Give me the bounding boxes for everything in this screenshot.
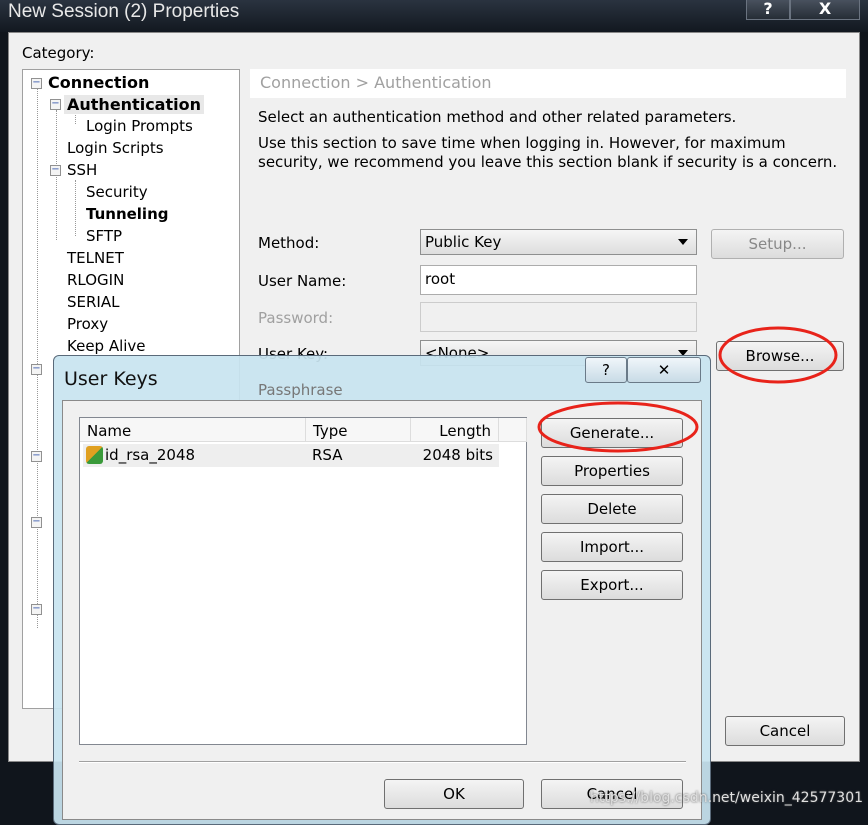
description-2: Use this section to save time when loggi… <box>258 134 838 171</box>
export-button[interactable]: Export... <box>541 570 683 600</box>
category-label: Category: <box>22 44 95 62</box>
collapse-icon[interactable]: − <box>50 165 61 176</box>
tree-item-rlogin[interactable]: RLOGIN <box>67 271 124 289</box>
key-user-icon <box>86 446 103 464</box>
tree-item-tunneling[interactable]: Tunneling <box>86 205 169 223</box>
passphrase-label: Passphrase <box>258 381 343 399</box>
dialog-close-button[interactable]: ✕ <box>627 357 701 383</box>
username-label: User Name: <box>258 272 347 290</box>
collapse-icon[interactable]: − <box>31 78 42 89</box>
method-select[interactable]: Public Key <box>420 229 697 255</box>
generate-button[interactable]: Generate... <box>541 418 683 448</box>
collapse-icon[interactable]: − <box>31 364 42 375</box>
method-label: Method: <box>258 234 320 252</box>
tree-line <box>37 88 38 628</box>
collapse-icon[interactable]: − <box>31 451 42 462</box>
key-type: RSA <box>312 446 343 464</box>
tree-line <box>75 180 76 236</box>
dialog-title: User Keys <box>64 368 158 390</box>
collapse-icon[interactable]: − <box>31 517 42 528</box>
chevron-down-icon <box>678 239 688 245</box>
tree-item-proxy[interactable]: Proxy <box>67 315 108 333</box>
properties-button[interactable]: Properties <box>541 456 683 486</box>
dialog-help-button[interactable]: ? <box>585 357 627 383</box>
table-row[interactable]: id_rsa_2048 RSA 2048 bits <box>83 444 499 467</box>
tree-item-login-prompts[interactable]: Login Prompts <box>86 117 193 135</box>
column-length[interactable]: Length <box>411 418 499 442</box>
key-length: 2048 bits <box>422 446 493 464</box>
tree-item-connection[interactable]: Connection <box>48 73 149 92</box>
breadcrumb: Connection > Authentication <box>250 69 846 98</box>
method-value: Public Key <box>425 233 502 251</box>
watermark: https://blog.csdn.net/weixin_42577301 <box>590 790 864 806</box>
tree-item-security[interactable]: Security <box>86 183 148 201</box>
divider <box>79 761 686 763</box>
collapse-icon[interactable]: − <box>50 99 61 110</box>
username-input[interactable]: root <box>420 265 697 295</box>
browse-button[interactable]: Browse... <box>716 341 844 371</box>
close-button[interactable]: X <box>790 0 860 20</box>
tree-item-authentication[interactable]: Authentication <box>64 95 204 114</box>
password-label: Password: <box>258 309 334 327</box>
tree-item-serial[interactable]: SERIAL <box>67 293 119 311</box>
tree-item-keep-alive[interactable]: Keep Alive <box>67 337 146 355</box>
tree-item-sftp[interactable]: SFTP <box>86 227 122 245</box>
delete-button[interactable]: Delete <box>541 494 683 524</box>
description-1: Select an authentication method and othe… <box>258 108 737 126</box>
window-title: New Session (2) Properties <box>8 1 240 22</box>
import-button[interactable]: Import... <box>541 532 683 562</box>
cancel-button[interactable]: Cancel <box>725 716 845 746</box>
password-input[interactable] <box>420 302 697 332</box>
column-filler <box>499 418 527 442</box>
column-type[interactable]: Type <box>306 418 411 442</box>
help-button[interactable]: ? <box>746 0 790 20</box>
tree-item-ssh[interactable]: SSH <box>67 161 97 179</box>
ok-button[interactable]: OK <box>384 779 524 809</box>
setup-button[interactable]: Setup... <box>711 229 844 259</box>
column-name[interactable]: Name <box>80 418 306 442</box>
tree-item-telnet[interactable]: TELNET <box>67 249 124 267</box>
tree-item-login-scripts[interactable]: Login Scripts <box>67 139 164 157</box>
collapse-icon[interactable]: − <box>31 604 42 615</box>
key-name: id_rsa_2048 <box>105 446 196 464</box>
